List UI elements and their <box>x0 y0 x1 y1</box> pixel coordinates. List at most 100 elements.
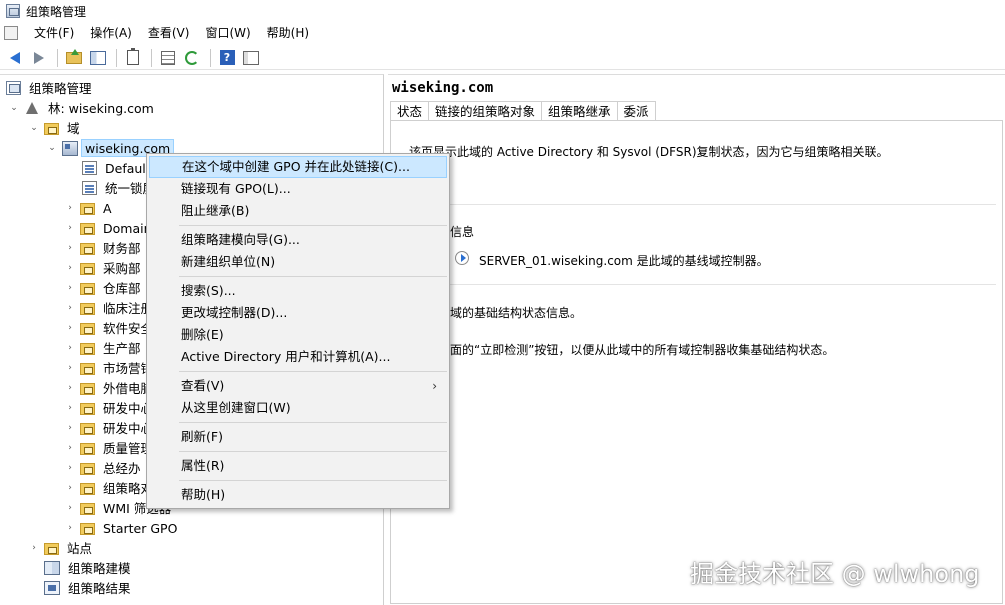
ou-folder-icon <box>80 443 95 455</box>
expand-chevron-icon[interactable]: › <box>64 362 76 374</box>
tree-root[interactable]: 组策略管理 <box>6 78 97 98</box>
show-hide-tree-button[interactable] <box>87 47 109 69</box>
tab-delegation[interactable]: 委派 <box>617 101 656 121</box>
clipboard-button[interactable] <box>122 47 144 69</box>
tree-item[interactable]: › 质量管理 <box>64 438 158 458</box>
menu-item-refresh[interactable]: 刷新(F) <box>149 426 447 448</box>
tree-results[interactable]: 组策略结果 <box>44 578 136 598</box>
up-level-button[interactable] <box>63 47 85 69</box>
tree-domains[interactable]: ⌄ 域 <box>28 118 85 138</box>
tree-item[interactable]: › 生产部 <box>64 338 146 358</box>
collapse-chevron-icon[interactable]: ⌄ <box>8 102 20 114</box>
tree-item[interactable]: › 研发中心 <box>64 418 158 438</box>
tree-item[interactable]: Default <box>82 158 156 178</box>
collapse-chevron-icon[interactable]: ⌄ <box>28 122 40 134</box>
tab-gp-inheritance[interactable]: 组策略继承 <box>542 101 618 121</box>
menu-help[interactable]: 帮助(H) <box>259 22 317 44</box>
forest-icon <box>24 101 40 116</box>
menu-item-ad-users-computers[interactable]: Active Directory 用户和计算机(A)... <box>149 346 447 368</box>
tree-modeling-label: 组策略建模 <box>68 561 131 576</box>
tree-forest-label: 林: wiseking.com <box>48 101 154 116</box>
expand-chevron-icon[interactable]: › <box>64 482 76 494</box>
infra-info-text: 此域的基础结构状态信息。 <box>438 306 583 320</box>
tree-item[interactable]: › 财务部 <box>64 238 146 258</box>
expand-chevron-icon[interactable]: › <box>64 522 76 534</box>
expand-chevron-icon[interactable]: › <box>64 442 76 454</box>
menu-item-view[interactable]: 查看(V) › <box>149 375 447 397</box>
tree-item[interactable]: › Domain <box>64 218 157 238</box>
tab-status[interactable]: 状态 <box>390 101 430 121</box>
tree-item[interactable]: › 市场营销 <box>64 358 158 378</box>
expand-chevron-icon[interactable]: › <box>64 342 76 354</box>
help-icon: ? <box>219 50 235 65</box>
section-divider <box>401 204 996 205</box>
expand-chevron-icon[interactable]: › <box>64 322 76 334</box>
menu-item-search[interactable]: 搜索(S)... <box>149 280 447 302</box>
ou-folder-icon <box>80 323 95 335</box>
expand-chevron-icon[interactable]: › <box>28 542 40 554</box>
menu-item-help[interactable]: 帮助(H) <box>149 484 447 506</box>
tree-item-label: A <box>103 201 112 216</box>
menu-item-modeling-wizard[interactable]: 组策略建模向导(G)... <box>149 229 447 251</box>
tree-item[interactable]: › 仓库部 <box>64 278 146 298</box>
tree-sites[interactable]: › 站点 <box>28 538 97 558</box>
menu-item-new-window[interactable]: 从这里创建窗口(W) <box>149 397 447 419</box>
details-title: wiseking.com <box>392 80 494 96</box>
properties-icon <box>161 50 175 65</box>
view-button[interactable] <box>240 47 262 69</box>
back-button[interactable] <box>4 47 26 69</box>
refresh-button[interactable] <box>181 47 203 69</box>
tree-forest[interactable]: ⌄ 林: wiseking.com <box>8 98 159 118</box>
section-divider <box>401 284 996 285</box>
collapse-chevron-icon[interactable]: ⌄ <box>46 142 58 154</box>
ou-folder-icon <box>80 243 95 255</box>
tree-modeling[interactable]: 组策略建模 <box>44 558 136 578</box>
menu-item-create-gpo-link[interactable]: 在这个域中创建 GPO 并在此处链接(C)... <box>149 156 447 178</box>
tree-item-label: 生产部 <box>103 341 141 356</box>
watermark: 掘金技术社区 @ wlwhong <box>690 560 980 588</box>
tree-item[interactable]: › 临床注册 <box>64 298 158 318</box>
expand-chevron-icon[interactable]: › <box>64 502 76 514</box>
tree-item[interactable]: › 采购部 <box>64 258 146 278</box>
tree-item[interactable]: › Starter GPO <box>64 518 182 538</box>
tree-item[interactable]: › 软件安全 <box>64 318 158 338</box>
expand-chevron-icon[interactable]: › <box>64 462 76 474</box>
forward-button[interactable] <box>28 47 50 69</box>
tree-item[interactable]: › 研发中心 <box>64 398 158 418</box>
menu-item-properties[interactable]: 属性(R) <box>149 455 447 477</box>
help-button[interactable]: ? <box>216 47 238 69</box>
expand-details-icon[interactable] <box>455 251 469 265</box>
menu-item-block-inheritance[interactable]: 阻止继承(B) <box>149 200 447 222</box>
menu-file[interactable]: 文件(F) <box>26 22 82 44</box>
expand-chevron-icon[interactable]: › <box>64 282 76 294</box>
tab-linked-gpos[interactable]: 链接的组策略对象 <box>429 101 543 121</box>
menu-item-link-existing-gpo[interactable]: 链接现有 GPO(L)... <box>149 178 447 200</box>
expand-chevron-icon[interactable]: › <box>64 382 76 394</box>
clipboard-icon <box>127 48 139 65</box>
expand-chevron-icon[interactable]: › <box>64 302 76 314</box>
tree-item[interactable]: › A <box>64 198 117 218</box>
expand-chevron-icon[interactable]: › <box>64 402 76 414</box>
menu-bar: 文件(F) 操作(A) 查看(V) 窗口(W) 帮助(H) <box>0 22 1005 44</box>
menu-item-change-dc[interactable]: 更改域控制器(D)... <box>149 302 447 324</box>
expand-chevron-icon[interactable]: › <box>64 422 76 434</box>
sites-folder-icon <box>44 543 59 555</box>
expand-chevron-icon[interactable]: › <box>64 242 76 254</box>
expand-chevron-icon[interactable]: › <box>64 202 76 214</box>
menu-action[interactable]: 操作(A) <box>82 22 140 44</box>
menu-view[interactable]: 查看(V) <box>140 22 198 44</box>
system-menu-icon[interactable] <box>4 26 18 40</box>
menu-item-delete[interactable]: 删除(E) <box>149 324 447 346</box>
expand-chevron-icon[interactable]: › <box>64 222 76 234</box>
properties-button[interactable] <box>157 47 179 69</box>
window-title: 组策略管理 <box>26 4 87 19</box>
status-tab-content: 该页显示此域的 Active Directory 和 Sysvol (DFSR)… <box>390 120 1003 604</box>
gpmc-icon <box>6 81 21 95</box>
expand-chevron-icon[interactable]: › <box>64 262 76 274</box>
menu-item-new-ou[interactable]: 新建组织单位(N) <box>149 251 447 273</box>
tree-item[interactable]: › 总经办 <box>64 458 146 478</box>
tree-item[interactable]: › 外借电脑 <box>64 378 158 398</box>
gpo-link-icon <box>82 161 97 175</box>
tree-domains-label: 域 <box>67 121 80 136</box>
menu-window[interactable]: 窗口(W) <box>197 22 258 44</box>
